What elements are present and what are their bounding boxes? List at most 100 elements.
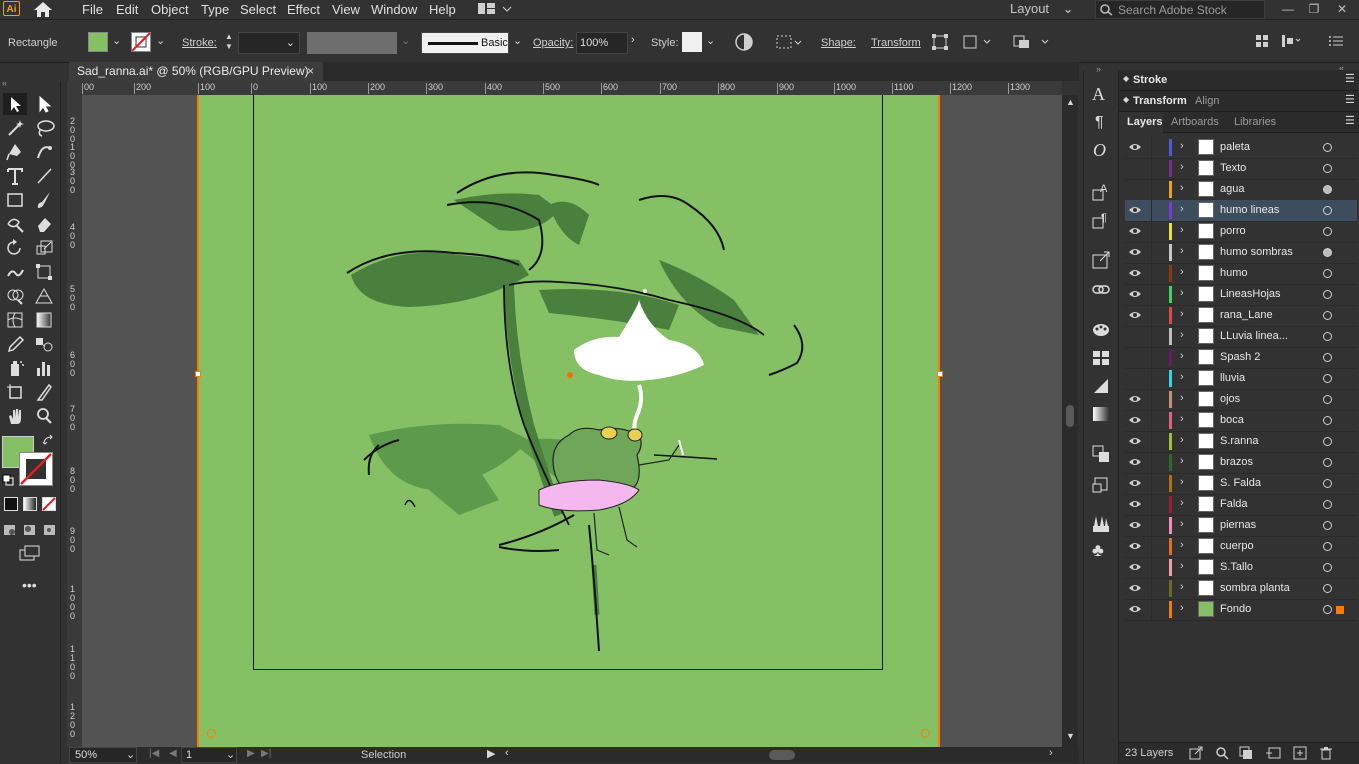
artboard-icon[interactable]: [5, 382, 27, 402]
chevron-right-icon[interactable]: ›: [1180, 350, 1184, 362]
layer-name[interactable]: cuerpo: [1220, 540, 1254, 552]
layer-name[interactable]: ojos: [1220, 393, 1240, 405]
target-circle-icon[interactable]: [1323, 185, 1332, 194]
home-icon[interactable]: [33, 1, 53, 18]
collapse-strip-icon[interactable]: »: [1096, 64, 1101, 74]
chevron-right-icon[interactable]: ›: [1180, 140, 1184, 152]
selection-handle[interactable]: [937, 371, 943, 377]
shaper-icon[interactable]: [5, 214, 27, 234]
graphic-style-swatch[interactable]: [682, 32, 702, 52]
last-artboard-icon[interactable]: ▶|: [261, 748, 271, 759]
target-circle-icon[interactable]: [1323, 437, 1332, 446]
layer-name[interactable]: S. Falda: [1220, 477, 1261, 489]
layer-name[interactable]: lluvia: [1220, 372, 1245, 384]
layer-name[interactable]: brazos: [1220, 456, 1253, 468]
symbols-icon[interactable]: ♣: [1092, 540, 1104, 561]
visibility-toggle[interactable]: [1129, 184, 1141, 194]
close-tab-icon[interactable]: ×: [307, 64, 314, 78]
vertical-ruler[interactable]: 2 0 01 0 03 0 0 4 0 0 5 0 0 6 0 0 7 0 0 8 0 0…: [67, 95, 83, 747]
gradient-panel-icon[interactable]: [1091, 404, 1111, 424]
transform-label[interactable]: Transform: [871, 37, 921, 49]
scroll-up-icon[interactable]: ▲: [1066, 97, 1075, 107]
corner-widget[interactable]: [207, 729, 216, 738]
layer-name[interactable]: piernas: [1220, 519, 1256, 531]
grid-view-icon[interactable]: [1255, 34, 1269, 48]
eye-icon[interactable]: [1129, 415, 1141, 425]
fill-swatch[interactable]: [88, 32, 108, 52]
chevron-right-icon[interactable]: ›: [1180, 308, 1184, 320]
chevron-right-icon[interactable]: ›: [1180, 413, 1184, 425]
menu-select[interactable]: Select: [240, 1, 276, 18]
target-circle-icon[interactable]: [1323, 458, 1332, 467]
layer-row[interactable]: › S.ranna: [1125, 431, 1357, 453]
target-circle-icon[interactable]: [1323, 395, 1332, 404]
control-menu-icon[interactable]: [1328, 34, 1344, 48]
artboard[interactable]: [197, 95, 940, 747]
locate-object-icon[interactable]: [1215, 746, 1229, 760]
target-circle-icon[interactable]: [1323, 353, 1332, 362]
new-layer-icon[interactable]: [1293, 746, 1307, 760]
pathfinder-icon[interactable]: [1091, 444, 1111, 464]
layer-name[interactable]: sombra planta: [1220, 582, 1290, 594]
panel-menu-icon[interactable]: ☰: [1345, 93, 1355, 106]
warp-icon[interactable]: [5, 262, 27, 282]
layer-row[interactable]: › humo: [1125, 263, 1357, 285]
layers-tab[interactable]: Layers: [1127, 116, 1162, 128]
chevron-right-icon[interactable]: ›: [1180, 161, 1184, 173]
stroke-weight-stepper[interactable]: ▲ ▼: [222, 32, 236, 54]
target-circle-icon[interactable]: [1323, 584, 1332, 593]
search-stock-field[interactable]: Search Adobe Stock: [1095, 0, 1265, 19]
frog-illustration[interactable]: [199, 95, 942, 747]
arrange-icon[interactable]: [1012, 33, 1052, 51]
arrange-documents-icon[interactable]: [478, 2, 514, 16]
target-circle-icon[interactable]: [1323, 521, 1332, 530]
zoom-icon[interactable]: [34, 406, 56, 426]
mesh-icon[interactable]: [5, 310, 27, 330]
chevron-right-icon[interactable]: ›: [1180, 434, 1184, 446]
scroll-down-icon[interactable]: ▼: [1066, 731, 1075, 741]
stroke-color-box[interactable]: [19, 452, 53, 486]
stroke-panel-header[interactable]: ◆ Stroke ☰: [1119, 70, 1359, 91]
layer-name[interactable]: paleta: [1220, 141, 1250, 153]
stroke-panel-tab[interactable]: Stroke: [1133, 74, 1167, 86]
collect-for-export-icon[interactable]: [1189, 746, 1203, 760]
layer-row[interactable]: › S. Falda: [1125, 473, 1357, 495]
transform-panel-header[interactable]: ◆ Transform Align ☰: [1119, 91, 1359, 112]
stroke-swatch[interactable]: [131, 32, 151, 52]
eye-icon[interactable]: [1129, 478, 1141, 488]
layer-row[interactable]: › S.Tallo: [1125, 557, 1357, 579]
eye-icon[interactable]: [1129, 520, 1141, 530]
ruler-origin[interactable]: [67, 81, 82, 95]
lasso-icon[interactable]: [34, 118, 56, 138]
paragraph-styles-icon[interactable]: ¶: [1091, 210, 1111, 230]
target-circle-icon[interactable]: [1323, 311, 1332, 320]
target-circle-icon[interactable]: [1323, 416, 1332, 425]
eye-icon[interactable]: [1129, 268, 1141, 278]
minimize-button[interactable]: —: [1277, 0, 1299, 18]
document-tab[interactable]: Sad_ranna.ai* @ 50% (RGB/GPU Preview) ×: [69, 62, 323, 81]
layer-name[interactable]: porro: [1220, 225, 1246, 237]
layer-name[interactable]: S.ranna: [1220, 435, 1259, 447]
toolbar-grip[interactable]: «: [0, 78, 60, 90]
target-circle-icon[interactable]: [1323, 290, 1332, 299]
chevron-right-icon[interactable]: ›: [1180, 455, 1184, 467]
eye-icon[interactable]: [1129, 289, 1141, 299]
layer-row[interactable]: › rana_Lane: [1125, 305, 1357, 327]
chevron-right-icon[interactable]: ›: [1180, 287, 1184, 299]
layer-name[interactable]: boca: [1220, 414, 1244, 426]
layer-name[interactable]: LLuvia linea...: [1220, 330, 1288, 342]
restore-button[interactable]: ❐: [1303, 0, 1325, 18]
layer-name[interactable]: Spash 2: [1220, 351, 1260, 363]
brush-chevron-icon[interactable]: ⌄: [513, 34, 522, 47]
target-circle-icon[interactable]: [1323, 374, 1332, 383]
layer-row[interactable]: › Texto: [1125, 158, 1357, 180]
none-mode-icon[interactable]: [42, 497, 56, 511]
recolor-artwork-icon[interactable]: [735, 33, 753, 51]
shape-builder-icon[interactable]: [5, 286, 27, 306]
brushes-icon[interactable]: [1091, 514, 1111, 534]
layer-row[interactable]: › porro: [1125, 221, 1357, 243]
layer-row[interactable]: › brazos: [1125, 452, 1357, 474]
menu-edit[interactable]: Edit: [116, 1, 138, 18]
eye-icon[interactable]: [1129, 142, 1141, 152]
menu-help[interactable]: Help: [429, 1, 456, 18]
